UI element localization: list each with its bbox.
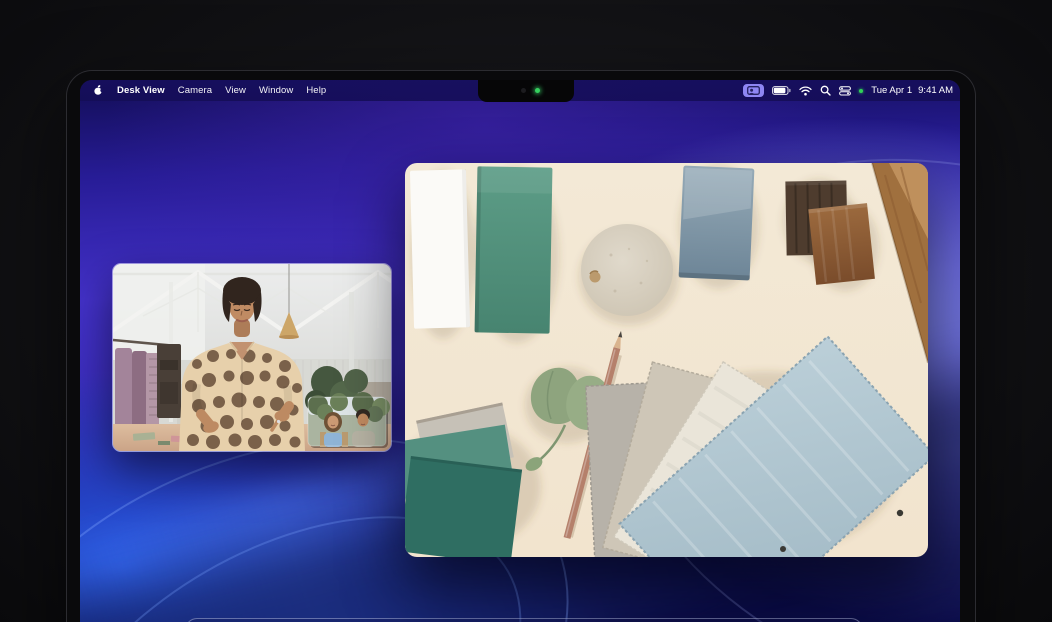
fabric-grommet (780, 546, 786, 552)
fabric-grommet (897, 510, 903, 516)
app-menu-desk-view[interactable]: Desk View (117, 85, 165, 96)
white-tile (410, 169, 470, 328)
brown-wood-swatch (808, 203, 875, 285)
video-call-window[interactable] (112, 263, 392, 452)
menu-help[interactable]: Help (306, 85, 326, 96)
desktop-wallpaper: Desk View Camera View Window Help (80, 80, 960, 622)
screen-sharing-pill-icon[interactable] (743, 84, 764, 97)
apple-logo-icon[interactable] (93, 84, 104, 97)
wifi-icon[interactable] (799, 86, 812, 96)
pip-woman-top (324, 433, 342, 447)
spotlight-search-icon[interactable] (820, 85, 831, 96)
participants-pip-thumbnail[interactable] (308, 392, 390, 448)
background-window-top-edge[interactable] (185, 618, 863, 622)
pip-man-top (352, 431, 375, 447)
pip-woman-face (328, 416, 339, 429)
green-tile (475, 166, 553, 333)
desktop-scene: Desk View Camera View Window Help (0, 0, 1052, 622)
blue-gray-glossy-tile (679, 166, 755, 281)
felt-circle-with-hole (581, 224, 673, 316)
deep-teal-swatch (405, 456, 522, 557)
macbook-frame: Desk View Camera View Window Help (66, 70, 976, 622)
menu-view[interactable]: View (225, 85, 246, 96)
menu-bar-time[interactable]: 9:41 AM (918, 85, 953, 96)
camera-active-green-dot (859, 89, 863, 93)
camera-indicator-led (535, 88, 540, 93)
menu-camera[interactable]: Camera (178, 85, 212, 96)
dark-wardrobe (157, 344, 181, 418)
camera-lens (521, 88, 526, 93)
desk-view-window[interactable] (405, 163, 928, 557)
menu-window[interactable]: Window (259, 85, 293, 96)
control-center-icon[interactable] (839, 86, 851, 96)
battery-icon[interactable] (772, 86, 791, 95)
display-notch (478, 80, 574, 102)
ring (277, 420, 280, 423)
menu-bar-date[interactable]: Tue Apr 1 (871, 85, 912, 96)
